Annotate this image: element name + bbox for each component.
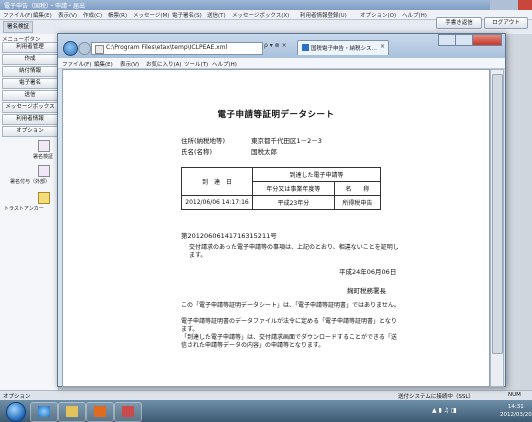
pen-certificate-icon[interactable] <box>38 165 50 177</box>
left-item-create[interactable]: 作成 <box>2 54 58 65</box>
left-item-userinfo[interactable]: 利用者情報 <box>2 114 58 125</box>
icon-label-external-sign: 署名付与（外部） <box>10 179 51 185</box>
col-year-header: 年分又は事業年度等 <box>252 181 335 196</box>
note-paragraph-1: この「電子申請等証明データシート」は、「電子申請等証明書」ではありません。 <box>181 302 400 309</box>
address-value: 東京都千代田区1－2－3 <box>251 137 322 145</box>
site-icon <box>302 44 309 51</box>
toolbar-label: 署名検証 <box>3 21 34 33</box>
app-menu-sign[interactable]: 電子署名(S) <box>172 11 202 19</box>
left-item-user-management[interactable]: 利用者管理 <box>2 42 58 53</box>
app-titlebar: 電子申告（国税）・申請・届出 <box>0 0 532 10</box>
col-arrival-header: 到 達 日 <box>181 167 253 196</box>
tray-clock[interactable]: 14:31 2012/03/20 <box>500 403 532 419</box>
app-menu-file[interactable]: ファイル(F) <box>3 11 32 19</box>
document-title: 電子申請等証明データシート <box>217 110 335 120</box>
ie-menubar: ファイル(F) 編集(E) 表示(V) お気に入り(A) ツール(T) ヘルプ(… <box>58 58 505 69</box>
system-tray: ▲ ▮ ♫ ◨ 14:31 2012/03/20 <box>430 403 532 419</box>
left-menu-panel: メニューボタン 利用者管理 作成 納付情報 電子署名 送信 メッセージボックス … <box>0 34 59 390</box>
handwritten-reply-button[interactable]: 手書き返信 <box>436 17 482 29</box>
clock-time: 14:31 <box>507 404 524 410</box>
browser-tab[interactable]: 国税電子申告・納税シス… × <box>297 40 389 55</box>
arrival-date-cell: 2012/06/06 14:17:16 <box>181 195 253 210</box>
ie-window: C:\Program Files\etax\temp\ICLPEAE.xml ρ… <box>57 33 506 387</box>
app-minimize-button[interactable] <box>490 0 504 10</box>
col-name-header: 名 称 <box>333 181 382 196</box>
folder-icon <box>66 406 78 417</box>
ie-menu-favorites[interactable]: お気に入り(A) <box>146 60 182 68</box>
forward-button[interactable] <box>78 42 91 55</box>
taskbar-etax-button[interactable] <box>114 402 142 422</box>
icon-label-verify: 署名検証 <box>33 154 54 160</box>
folder-icon[interactable] <box>38 192 50 204</box>
issue-date: 平成24年06月06日 <box>339 268 397 276</box>
ie-titlebar: C:\Program Files\etax\temp\ICLPEAE.xml ρ… <box>58 34 505 58</box>
app-title: 電子申告（国税）・申請・届出 <box>4 3 86 10</box>
app-menu-msgbox[interactable]: メッセージボックス(X) <box>232 11 289 19</box>
address-text: C:\Program Files\etax\temp\ICLPEAE.xml <box>106 44 228 51</box>
tray-icons[interactable]: ▲ ▮ ♫ ◨ <box>432 407 457 414</box>
tab-label: 国税電子申告・納税シス… <box>311 46 378 52</box>
tab-close-icon[interactable]: × <box>380 43 385 50</box>
status-connection: 送付システムに接続中（SSL） <box>398 394 474 400</box>
ie-close-button[interactable] <box>472 34 502 46</box>
ie-menu-tools[interactable]: ツール(T) <box>184 60 208 68</box>
name-value: 国税太郎 <box>251 148 277 156</box>
ie-menu-help[interactable]: ヘルプ(H) <box>212 60 237 68</box>
windows-taskbar: ▲ ▮ ♫ ◨ 14:31 2012/03/20 <box>0 400 532 422</box>
ie-minimize-button[interactable] <box>438 34 456 46</box>
taskbar-media-button[interactable] <box>86 402 114 422</box>
left-item-payment[interactable]: 納付情報 <box>2 66 58 77</box>
app-close-button[interactable] <box>518 0 532 10</box>
issuing-office: 麹町税務署長 <box>347 287 386 295</box>
note-paragraph-2: 電子申請等証明書のデータファイルが法令に定める「電子申請等証明書」となります。 <box>181 318 397 333</box>
left-item-signature[interactable]: 電子署名 <box>2 78 58 89</box>
col-document-header: 到達した電子申請等 <box>252 167 381 182</box>
document-viewport: 電子申請等証明データシート 住所(納税地等) 東京都千代田区1－2－3 氏名(名… <box>62 69 490 387</box>
receipt-table: 到 達 日 到達した電子申請等 年分又は事業年度等 名 称 2012/06/06… <box>181 167 382 210</box>
address-label: 住所(納税地等) <box>181 137 226 145</box>
ie-icon <box>38 406 50 417</box>
name-label: 氏名(名称) <box>181 148 213 156</box>
note-paragraph-3: 「到達した電子申請等」は、交付請求画面でダウンロードすることができる「送信された… <box>181 334 397 349</box>
app-menu-view[interactable]: 表示(V) <box>58 11 77 19</box>
status-numlock: NUM <box>508 392 521 398</box>
icon-label-trust-anchor: トラストアンカー <box>4 206 44 212</box>
receipt-number: 第20120606141716315211号 <box>181 232 277 240</box>
document-name-cell: 所得税申告 <box>333 195 382 210</box>
taskbar-ie-button[interactable] <box>30 402 58 422</box>
app-menu-message[interactable]: メッセージ(M) <box>133 11 169 19</box>
app-menu-edit[interactable]: 編集(E) <box>33 11 52 19</box>
ie-menu-file[interactable]: ファイル(F) <box>62 60 91 68</box>
address-controls[interactable]: ρ ▾ ⊗ × <box>264 42 287 49</box>
certification-paragraph: 交付請求のあった電子申請等の事項は、上記のとおり、相違ないことを証明します。 <box>189 244 399 259</box>
ie-menu-view[interactable]: 表示(V) <box>120 60 139 68</box>
page-icon <box>95 45 104 54</box>
taskbar-explorer-button[interactable] <box>58 402 86 422</box>
ie-maximize-button[interactable] <box>455 34 473 46</box>
tax-year-cell: 平成23年分 <box>252 195 335 210</box>
left-item-send[interactable]: 送信 <box>2 90 58 101</box>
left-item-msgbox[interactable]: メッセージボックス <box>2 102 58 113</box>
clock-date: 2012/03/20 <box>500 412 532 418</box>
ie-menu-edit[interactable]: 編集(E) <box>94 60 113 68</box>
etax-app-icon <box>122 406 134 417</box>
app-menu-send[interactable]: 送信(T) <box>207 11 226 19</box>
status-left: オプション <box>3 394 31 400</box>
app-menu-userinfo[interactable]: 利用者情報登録(U) <box>300 11 347 19</box>
scrollbar-thumb[interactable] <box>492 74 503 354</box>
media-player-icon <box>94 406 106 417</box>
app-menu-option[interactable]: オプション(O) <box>360 11 396 19</box>
address-bar[interactable]: C:\Program Files\etax\temp\ICLPEAE.xml <box>91 42 263 55</box>
app-menu-help[interactable]: ヘルプ(H) <box>402 11 427 19</box>
vertical-scrollbar[interactable] <box>490 69 504 387</box>
mouse-cursor-icon <box>439 385 449 386</box>
start-button[interactable] <box>6 402 26 422</box>
app-maximize-button[interactable] <box>504 0 518 10</box>
app-menu-forms[interactable]: 帳票(R) <box>108 11 127 19</box>
left-item-option[interactable]: オプション <box>2 126 58 137</box>
pen-certificate-icon[interactable] <box>38 140 50 152</box>
app-menu-create[interactable]: 作成(C) <box>83 11 102 19</box>
logout-button[interactable]: ログアウト <box>484 17 528 29</box>
back-button[interactable] <box>63 41 78 56</box>
